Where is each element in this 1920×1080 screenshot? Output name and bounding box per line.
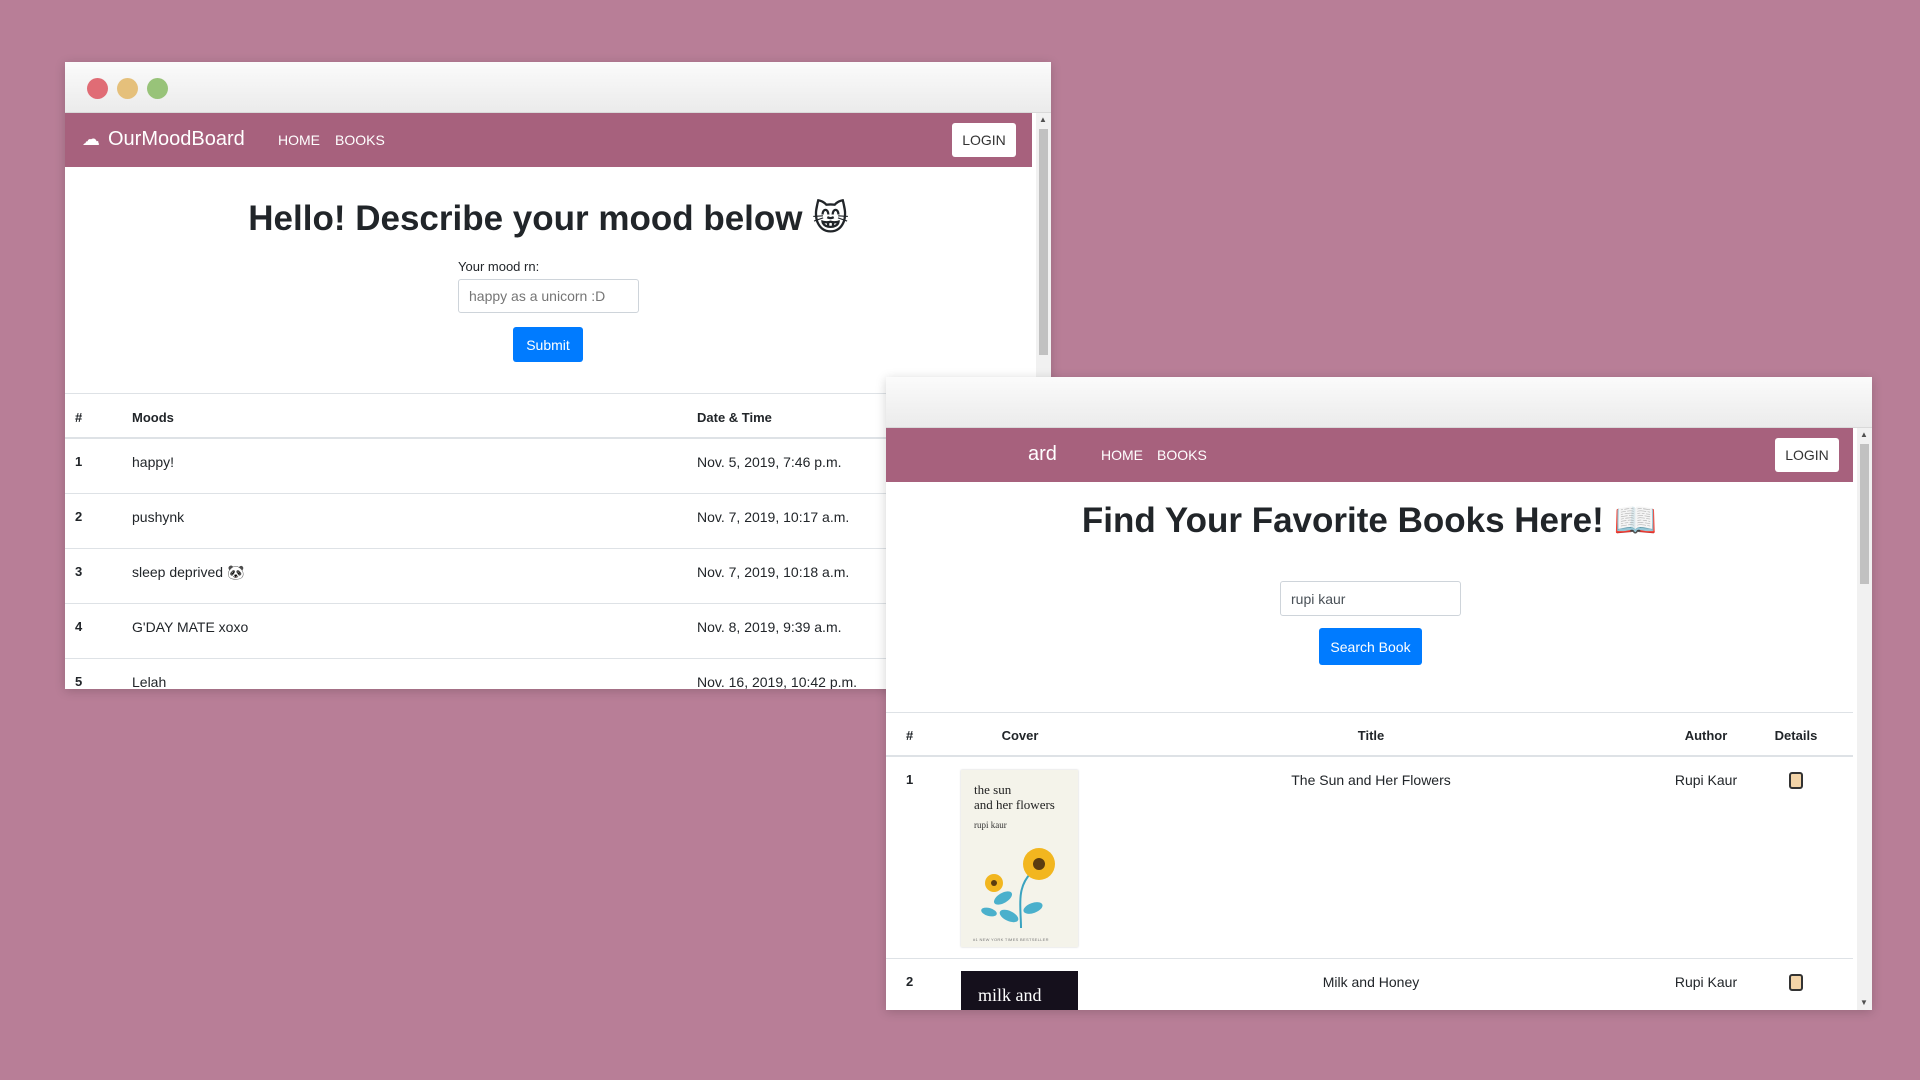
books-browser-window: ard HOME BOOKS LOGIN Find Your Favorite … <box>886 377 1872 1010</box>
brand-link-partial[interactable]: ard <box>1028 443 1057 466</box>
navbar: ☁ OurMoodBoard HOME BOOKS LOGIN <box>65 113 1032 167</box>
nav-home-link[interactable]: HOME <box>278 132 320 148</box>
books-page-viewport: ard HOME BOOKS LOGIN Find Your Favorite … <box>886 428 1853 1010</box>
row-datetime: Nov. 8, 2019, 9:39 a.m. <box>697 619 842 635</box>
row-num: 2 <box>906 974 914 989</box>
cat-face-icon: 😸 <box>812 199 849 238</box>
row-datetime: Nov. 16, 2019, 10:42 p.m. <box>697 674 858 689</box>
col-header-datetime: Date & Time <box>697 410 772 425</box>
open-book-icon: 📖 <box>1613 501 1658 540</box>
sunflower-illustration <box>981 848 1055 929</box>
row-divider <box>886 958 1853 959</box>
row-mood: sleep deprived 🐼 <box>132 564 245 580</box>
scroll-up-arrow[interactable]: ▲ <box>1860 430 1868 440</box>
row-mood: G'DAY MATE xoxo <box>132 619 249 635</box>
row-num: 4 <box>75 619 83 634</box>
page-title: Find Your Favorite Books Here! 📖 <box>886 500 1853 541</box>
col-header-num: # <box>906 728 914 743</box>
row-num: 5 <box>75 674 83 689</box>
row-author: Rupi Kaur <box>1674 974 1738 990</box>
minimize-button[interactable] <box>117 78 138 99</box>
mood-input[interactable] <box>458 279 639 313</box>
navbar: ard HOME BOOKS LOGIN <box>886 428 1853 482</box>
cover-title-line2: and her flowers <box>974 797 1055 812</box>
scroll-up-arrow[interactable]: ▲ <box>1039 115 1047 125</box>
nav-books-link[interactable]: BOOKS <box>335 132 385 148</box>
col-header-moods: Moods <box>132 410 174 425</box>
scrollbar-thumb[interactable] <box>1039 129 1048 355</box>
scroll-down-arrow[interactable]: ▼ <box>1860 998 1868 1008</box>
row-mood: Lelah <box>132 674 167 689</box>
submit-button[interactable]: Submit <box>513 327 583 362</box>
row-datetime: Nov. 7, 2019, 10:17 a.m. <box>697 509 850 525</box>
col-header-details: Details <box>1774 728 1818 743</box>
row-datetime: Nov. 5, 2019, 7:46 p.m. <box>697 454 842 470</box>
page-title: Hello! Describe your mood below 😸 <box>65 199 1032 239</box>
nav-home-link[interactable]: HOME <box>1101 447 1143 463</box>
row-mood: happy! <box>132 454 175 470</box>
window-titlebar <box>65 62 1051 113</box>
login-button[interactable]: LOGIN <box>952 123 1016 157</box>
scrollbar-thumb[interactable] <box>1860 444 1869 584</box>
book-search-input[interactable] <box>1280 581 1461 616</box>
col-header-num: # <box>75 410 83 425</box>
window-titlebar <box>886 377 1872 428</box>
table-top-border <box>886 712 1853 713</box>
book-cover[interactable]: the sun and her flowers rupi kaur #1 NEW… <box>961 770 1078 947</box>
row-author: Rupi Kaur <box>1674 772 1738 788</box>
page-title-text: Hello! Describe your mood below <box>248 199 803 238</box>
col-header-author: Author <box>1684 728 1728 743</box>
cover-tagline: #1 NEW YORK TIMES BESTSELLER <box>973 937 1049 942</box>
row-num: 1 <box>75 454 83 469</box>
brand-link[interactable]: ☁ OurMoodBoard <box>82 128 245 151</box>
row-title: The Sun and Her Flowers <box>1291 772 1451 788</box>
nav-books-link[interactable]: BOOKS <box>1157 447 1207 463</box>
row-title: Milk and Honey <box>1322 974 1420 990</box>
maximize-button[interactable] <box>147 78 168 99</box>
vertical-scrollbar[interactable]: ▲ ▼ <box>1857 428 1872 1010</box>
page-title-text: Find Your Favorite Books Here! <box>1081 501 1604 540</box>
row-datetime: Nov. 7, 2019, 10:18 a.m. <box>697 564 850 580</box>
cover-title: the sun and her flowers <box>974 782 1055 812</box>
row-num: 1 <box>906 772 914 787</box>
cover-title-line1: the sun <box>974 782 1012 797</box>
scroll-icon[interactable] <box>1789 772 1803 789</box>
login-button[interactable]: LOGIN <box>1775 438 1839 472</box>
cloud-icon: ☁ <box>82 129 100 149</box>
brand-name: OurMoodBoard <box>108 128 245 150</box>
table-header-border <box>886 755 1853 757</box>
row-num: 3 <box>75 564 83 579</box>
search-book-button[interactable]: Search Book <box>1319 628 1422 665</box>
scroll-icon[interactable] <box>1789 974 1803 991</box>
close-button[interactable] <box>87 78 108 99</box>
col-header-cover: Cover <box>1001 728 1039 743</box>
row-mood: pushynk <box>132 509 185 525</box>
cover-title: milk and <box>978 985 1042 1005</box>
col-header-title: Title <box>1357 728 1385 743</box>
row-num: 2 <box>75 509 83 524</box>
mood-input-label: Your mood rn: <box>458 259 540 274</box>
book-cover[interactable]: milk and <box>961 971 1078 1010</box>
